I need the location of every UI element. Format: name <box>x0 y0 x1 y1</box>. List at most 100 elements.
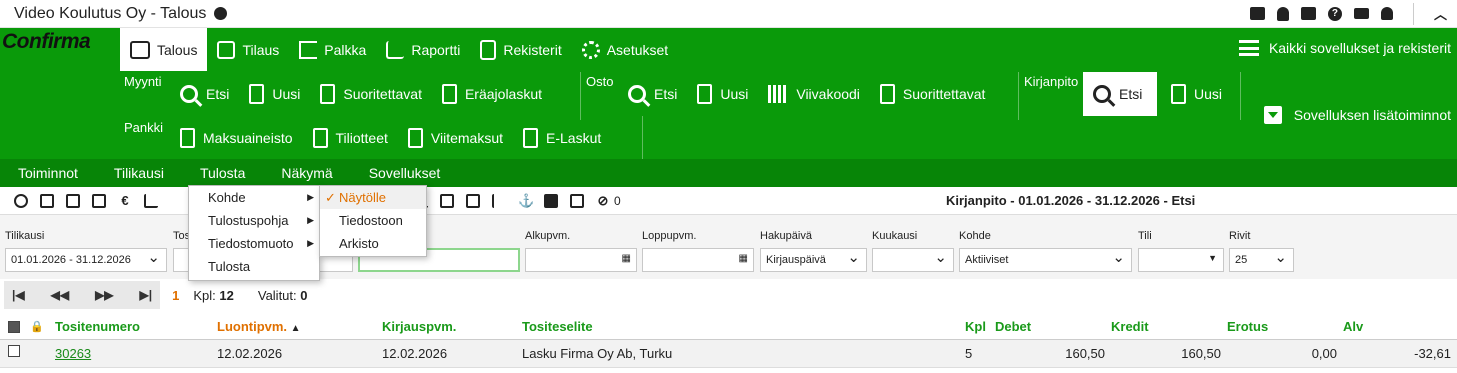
chevron-up-icon[interactable]: ︿ <box>1434 4 1447 23</box>
select-all-checkbox[interactable] <box>8 321 20 333</box>
print-icon[interactable] <box>92 193 106 208</box>
osto-viivakoodi[interactable]: Viivakoodi <box>758 72 870 116</box>
myynti-erajolaskut[interactable]: Eräajolaskut <box>432 72 552 116</box>
menu-item-tulosta[interactable]: Tulosta <box>189 255 319 278</box>
osto-uusi[interactable]: Uusi <box>687 72 758 116</box>
menu-item-tulostuspohja[interactable]: Tulostuspohja ▶ <box>189 209 319 232</box>
item-label: Uusi <box>272 86 301 102</box>
lock-icon: 🔒 <box>30 321 44 333</box>
prev-page-icon[interactable]: ◀◀ <box>47 288 73 302</box>
item-label: Uusi <box>720 86 749 102</box>
label-hakupaiva: Hakupäivä <box>760 230 812 242</box>
new-file-icon[interactable] <box>40 193 54 208</box>
tab-asetukset[interactable]: Asetukset <box>572 28 678 71</box>
last-page-icon[interactable]: ▶| <box>136 288 157 302</box>
pankki-viitemaksut[interactable]: Viitemaksut <box>398 116 513 160</box>
first-page-icon[interactable]: |◀ <box>8 288 29 302</box>
indent-icon[interactable] <box>492 193 506 208</box>
hakupaiva-select[interactable]: Kirjauspäivä <box>760 248 867 272</box>
next-page-icon[interactable]: ▶▶ <box>91 288 117 302</box>
anchor-icon[interactable]: ⚓ <box>518 193 534 208</box>
rivit-select[interactable]: 25 <box>1229 248 1294 272</box>
kohde-select[interactable]: Aktiiviset <box>959 248 1132 272</box>
menu-item-tiedostomuoto[interactable]: Tiedostomuoto ▶ <box>189 232 319 255</box>
caret-right-icon: ▶ <box>307 215 314 225</box>
kirjanpito-etsi[interactable]: Etsi <box>1083 72 1157 116</box>
myynti-etsi[interactable]: Etsi <box>170 72 239 116</box>
tab-raportti[interactable]: Raportti <box>376 28 470 71</box>
col-kirjauspvm[interactable]: Kirjauspvm. <box>382 319 456 334</box>
group-label-myynti: Myynti <box>124 74 162 89</box>
file-icon <box>249 84 265 104</box>
file-icon[interactable] <box>66 193 80 208</box>
calculator-icon[interactable] <box>570 193 584 208</box>
tositenumero-link[interactable]: 30263 <box>55 346 91 361</box>
document-icon[interactable] <box>466 193 480 208</box>
file-invoice-icon <box>523 128 538 148</box>
label-loppupvm: Loppupvm. <box>642 230 697 242</box>
report-icon[interactable] <box>144 193 158 208</box>
item-label: Tiedostomuoto <box>208 236 294 251</box>
tilikausi-select[interactable]: 01.01.2026 - 31.12.2026 <box>5 248 167 272</box>
globe-icon[interactable] <box>214 7 228 20</box>
title-bar: Video Koulutus Oy - Talous ? ︿ <box>0 0 1457 28</box>
submenu-item-naytolle[interactable]: ✓ Näytölle <box>320 186 426 209</box>
label-kohde: Kohde <box>959 230 991 242</box>
tab-tilaus[interactable]: Tilaus <box>207 28 289 71</box>
tab-palkka[interactable]: Palkka <box>289 28 376 71</box>
file-text-icon <box>407 128 423 148</box>
help-icon[interactable]: ? <box>1327 6 1342 21</box>
pankki-tiliotteet[interactable]: Tiliotteet <box>303 116 398 160</box>
tab-talous[interactable]: Talous <box>120 28 208 71</box>
alkupvm-input[interactable] <box>525 248 637 272</box>
col-luontipvm[interactable]: Luontipvm. ▲ <box>217 319 301 334</box>
window-icon[interactable] <box>1249 7 1265 20</box>
col-kpl[interactable]: Kpl <box>965 319 986 334</box>
osto-suorittettavat[interactable]: Suorittettavat <box>870 72 996 116</box>
euro-icon[interactable]: € <box>118 193 132 208</box>
submenu-item-arkisto[interactable]: Arkisto <box>320 232 426 255</box>
submenu-item-tiedostoon[interactable]: Tiedostoon <box>320 209 426 232</box>
myynti-uusi[interactable]: Uusi <box>239 72 310 116</box>
group-label-pankki: Pankki <box>124 120 164 135</box>
col-erotus[interactable]: Erotus <box>1227 319 1268 334</box>
folder-icon[interactable] <box>440 193 454 208</box>
menu-sovellukset[interactable]: Sovellukset <box>351 165 459 181</box>
menu-tulosta[interactable]: Tulosta <box>182 165 263 181</box>
menu-tilikausi[interactable]: Tilikausi <box>96 165 182 181</box>
col-tositenumero[interactable]: Tositenumero <box>55 319 140 334</box>
tab-rekisterit[interactable]: Rekisterit <box>470 28 571 71</box>
book-icon[interactable] <box>544 193 558 208</box>
col-label: Luontipvm. <box>217 319 288 334</box>
search-icon[interactable] <box>14 193 28 208</box>
loppupvm-input[interactable] <box>642 248 754 272</box>
gears-icon <box>581 40 600 59</box>
page-number[interactable]: 1 <box>172 288 179 303</box>
mail-icon[interactable] <box>1353 8 1369 19</box>
user-icon[interactable] <box>1380 7 1393 20</box>
tab-label: Asetukset <box>606 41 669 58</box>
row-checkbox[interactable] <box>8 345 20 357</box>
book-icon[interactable] <box>1300 7 1316 20</box>
bell-icon[interactable] <box>1276 6 1289 21</box>
tili-select[interactable]: ▼ <box>1138 248 1224 272</box>
col-kredit[interactable]: Kredit <box>1111 319 1149 334</box>
pankki-e-laskut[interactable]: E-Laskut <box>513 116 611 160</box>
col-tositeselite[interactable]: Tositeselite <box>522 319 593 334</box>
menu-nakyma[interactable]: Näkymä <box>263 165 350 181</box>
myynti-suoritettavat[interactable]: Suoritettavat <box>310 72 432 116</box>
col-debet[interactable]: Debet <box>995 319 1031 334</box>
tab-label: Palkka <box>324 41 367 58</box>
osto-etsi[interactable]: Etsi <box>618 72 687 116</box>
kuukausi-select[interactable] <box>872 248 954 272</box>
extra-actions-button[interactable]: Sovelluksen lisätoiminnot <box>1263 106 1451 124</box>
menu-toiminnot[interactable]: Toiminnot <box>0 165 96 181</box>
menubar: Toiminnot Tilikausi Tulosta Näkymä Sovel… <box>0 159 1457 187</box>
all-apps-button[interactable]: Kaikki sovellukset ja rekisterit <box>1238 40 1451 56</box>
col-alv[interactable]: Alv <box>1343 319 1363 334</box>
table-row[interactable]: 30263 12.02.2026 12.02.2026 Lasku Firma … <box>0 340 1457 368</box>
paperclip-icon[interactable]: ⊘ <box>596 193 610 208</box>
menu-item-kohde[interactable]: Kohde ▶ <box>189 186 319 209</box>
pankki-maksuaineisto[interactable]: Maksuaineisto <box>170 116 303 160</box>
kirjanpito-uusi[interactable]: Uusi <box>1161 72 1232 116</box>
